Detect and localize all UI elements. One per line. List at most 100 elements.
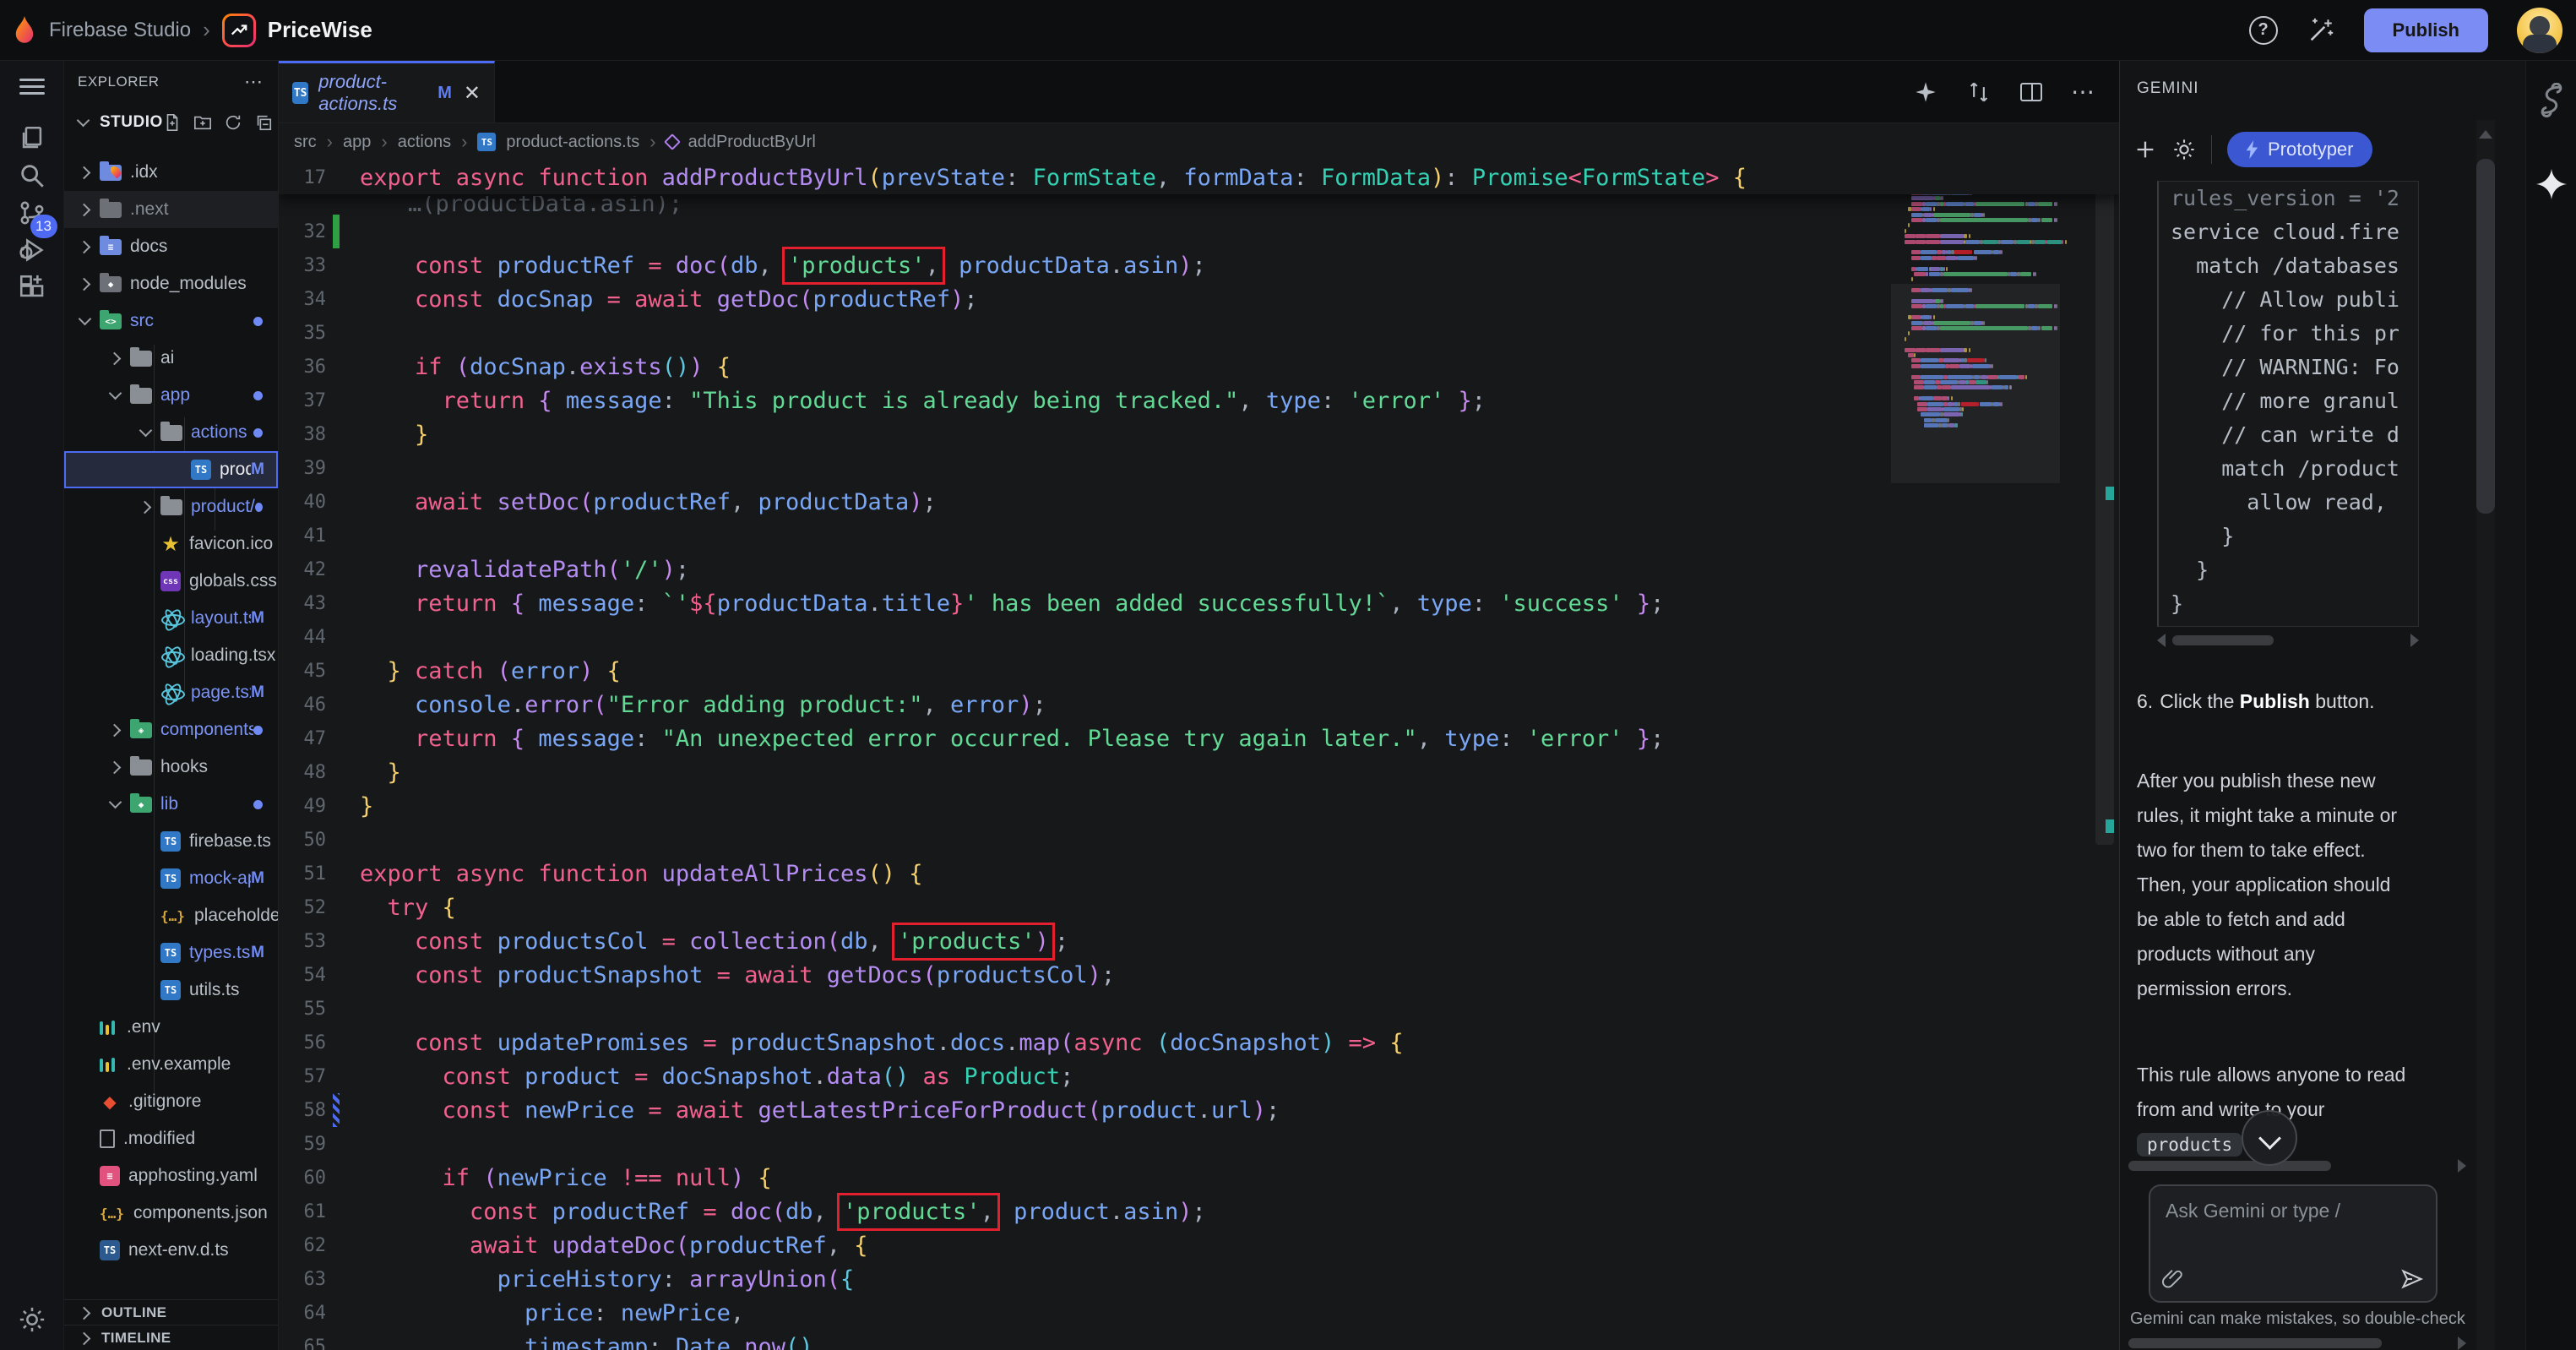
tree-item-actions[interactable]: actions	[64, 414, 278, 451]
extensions-icon[interactable]	[14, 269, 51, 306]
attach-paperclip-icon[interactable]	[2162, 1267, 2184, 1289]
close-tab-icon[interactable]: ✕	[464, 81, 481, 106]
tree-item--next[interactable]: .next	[64, 191, 278, 228]
chevron-right-icon[interactable]	[137, 498, 155, 516]
code-line-51[interactable]: 51export async function updateAllPrices(…	[279, 857, 2119, 890]
ai-sparkle-icon[interactable]	[1914, 80, 1937, 104]
more-actions-icon[interactable]: ⋯	[2071, 78, 2095, 106]
breadcrumbs[interactable]: src› app› actions› TS product-actions.ts…	[279, 123, 2119, 161]
bottom-hscrollbar[interactable]	[2128, 1335, 2466, 1350]
brand[interactable]: Firebase Studio	[14, 16, 191, 45]
code-line-44[interactable]: 44	[279, 620, 2119, 654]
tree-item-components-json[interactable]: {…}components.json	[64, 1195, 278, 1232]
gemini-vscrollbar[interactable]	[2476, 120, 2495, 1350]
code-line-53[interactable]: 53 const productsCol = collection(db, 'p…	[279, 924, 2119, 958]
compare-changes-icon[interactable]	[1966, 80, 1992, 104]
publish-button[interactable]: Publish	[2364, 8, 2488, 52]
code-line-57[interactable]: 57 const product = docSnapshot.data() as…	[279, 1059, 2119, 1093]
tree-item-lib[interactable]: ◆lib	[64, 786, 278, 823]
code-line-35[interactable]: 35	[279, 316, 2119, 350]
gemini-settings-gear-icon[interactable]	[2172, 138, 2196, 161]
tree-item-placeholder-im-[interactable]: {…}placeholder-im...	[64, 897, 278, 934]
studio-section-header[interactable]: STUDIO	[64, 103, 278, 142]
tree-item-src[interactable]: <>src	[64, 302, 278, 340]
code-line-59[interactable]: 59	[279, 1127, 2119, 1161]
tree-item-types-ts[interactable]: TStypes.tsM	[64, 934, 278, 972]
prototyper-mode-pill[interactable]: Prototyper	[2227, 132, 2372, 167]
tree-item-hooks[interactable]: hooks	[64, 748, 278, 786]
code-line-40[interactable]: 40 await setDoc(productRef, productData)…	[279, 485, 2119, 519]
tree-item-firebase-ts[interactable]: TSfirebase.ts	[64, 823, 278, 860]
gemini-chat-input[interactable]: Ask Gemini or type /	[2149, 1184, 2437, 1303]
code-line-42[interactable]: 42 revalidatePath('/');	[279, 553, 2119, 586]
code-line-60[interactable]: 60 if (newPrice !== null) {	[279, 1161, 2119, 1195]
code-editor[interactable]: 17export async function addProductByUrl(…	[279, 161, 2119, 1350]
panel-hscrollbar[interactable]	[2128, 1157, 2466, 1174]
split-editor-icon[interactable]	[2020, 83, 2042, 101]
chevron-down-icon[interactable]	[106, 795, 125, 814]
code-line-45[interactable]: 45 } catch (error) {	[279, 654, 2119, 688]
collapse-all-icon[interactable]	[254, 113, 273, 132]
firebase-studio-icon[interactable]	[2535, 83, 2568, 120]
run-debug-icon[interactable]	[14, 231, 51, 269]
new-folder-icon[interactable]	[193, 113, 212, 132]
chevron-right-icon[interactable]	[106, 758, 125, 776]
gemini-star-icon[interactable]	[2535, 167, 2568, 201]
chevron-down-icon[interactable]	[106, 386, 125, 405]
tree-item-page-tsx[interactable]: page.tsxM	[64, 674, 278, 711]
tree-item--env-example[interactable]: .env.example	[64, 1046, 278, 1083]
new-chat-icon[interactable]	[2133, 138, 2157, 161]
explorer-icon[interactable]	[14, 120, 51, 157]
outline-section[interactable]: OUTLINE	[64, 1299, 278, 1325]
code-line-39[interactable]: 39	[279, 451, 2119, 485]
code-line-47[interactable]: 47 return { message: "An unexpected erro…	[279, 721, 2119, 755]
tab-product-actions[interactable]: TS product-actions.ts M ✕	[279, 61, 495, 122]
code-line-58[interactable]: 58 const newPrice = await getLatestPrice…	[279, 1093, 2119, 1127]
code-line-50[interactable]: 50	[279, 823, 2119, 857]
tree-item-components[interactable]: ◈components	[64, 711, 278, 748]
code-line-17[interactable]: 17export async function addProductByUrl(…	[279, 161, 2119, 194]
chevron-right-icon[interactable]	[76, 163, 95, 182]
code-line-34[interactable]: 34 const docSnap = await getDoc(productR…	[279, 282, 2119, 316]
tree-item-docs[interactable]: ≡docs	[64, 228, 278, 265]
settings-gear-icon[interactable]	[14, 1301, 51, 1338]
firestore-rules-code-block[interactable]: rules_version = '2service cloud.fire mat…	[2157, 181, 2419, 627]
scroll-to-bottom-button[interactable]	[2242, 1110, 2297, 1166]
timeline-section[interactable]: TIMELINE	[64, 1325, 278, 1350]
tree-item--gitignore[interactable]: ◆.gitignore	[64, 1083, 278, 1120]
tree-item-globals-css[interactable]: cssglobals.css	[64, 563, 278, 600]
new-file-icon[interactable]	[163, 113, 182, 132]
code-line-46[interactable]: 46 console.error("Error adding product:"…	[279, 688, 2119, 721]
code-line-55[interactable]: 55	[279, 992, 2119, 1026]
tree-item-mock-api-[interactable]: TSmock-api...M	[64, 860, 278, 897]
search-icon[interactable]	[14, 157, 51, 194]
refresh-icon[interactable]	[224, 113, 242, 132]
tree-item-node-modules[interactable]: ◆node_modules	[64, 265, 278, 302]
code-line-41[interactable]: 41	[279, 519, 2119, 553]
code-line-65[interactable]: 65 timestamp: Date.now()	[279, 1330, 2119, 1350]
chevron-down-icon[interactable]	[137, 423, 155, 442]
code-line-56[interactable]: 56 const updatePromises = productSnapsho…	[279, 1026, 2119, 1059]
chevron-right-icon[interactable]	[76, 200, 95, 219]
minimap[interactable]	[1901, 164, 2046, 705]
chevron-right-icon[interactable]	[106, 349, 125, 367]
chevron-right-icon[interactable]	[76, 275, 95, 293]
sticky-scroll-line[interactable]: 17export async function addProductByUrl(…	[279, 161, 2119, 194]
chevron-right-icon[interactable]	[106, 721, 125, 739]
user-avatar[interactable]	[2517, 8, 2562, 53]
code-line-49[interactable]: 49}	[279, 789, 2119, 823]
tree-item-apphosting-yaml[interactable]: ≡apphosting.yaml	[64, 1157, 278, 1195]
code-line-32[interactable]: 32	[279, 215, 2119, 248]
tree-item--modified[interactable]: .modified	[64, 1120, 278, 1157]
chevron-right-icon[interactable]	[76, 237, 95, 256]
tree-item-ai[interactable]: ai	[64, 340, 278, 377]
tree-item--idx[interactable]: .idx	[64, 154, 278, 191]
tree-item-loading-tsx[interactable]: loading.tsx	[64, 637, 278, 674]
tree-item-utils-ts[interactable]: TSutils.ts	[64, 972, 278, 1009]
code-line-61[interactable]: 61 const productRef = doc(db, 'products'…	[279, 1195, 2119, 1228]
help-icon[interactable]: ?	[2249, 16, 2278, 45]
send-icon[interactable]	[2400, 1267, 2424, 1291]
chevron-down-icon[interactable]	[76, 312, 95, 330]
tree-item-app[interactable]: app	[64, 377, 278, 414]
code-line-52[interactable]: 52 try {	[279, 890, 2119, 924]
